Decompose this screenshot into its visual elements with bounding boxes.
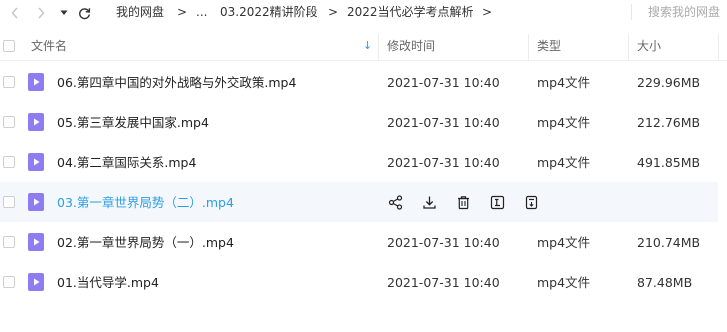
select-all-checkbox[interactable] [3,40,15,52]
column-divider [378,34,379,60]
file-row[interactable]: 06.第四章中国的对外战略与外交政策.mp4 2021-07-31 10:40 … [0,62,718,102]
refresh-button[interactable] [76,4,92,22]
chevron-right-icon [38,7,45,19]
column-header-name[interactable]: 文件名 [31,39,67,53]
file-type: mp4文件 [537,275,591,290]
file-modified: 2021-07-31 10:40 [387,115,500,130]
file-name[interactable]: 02.第一章世界局势（一）.mp4 [57,235,234,250]
video-file-icon [28,113,44,131]
breadcrumb-item-stage[interactable]: 03.2022精讲阶段 [220,5,318,19]
breadcrumb-separator: > [177,5,188,19]
rename-button[interactable] [489,194,505,210]
file-size: 212.76MB [637,115,701,130]
top-bar: 我的网盘 > ... 03.2022精讲阶段 > 2022当代必学考点解析 > … [0,0,727,26]
video-file-icon [28,73,44,91]
breadcrumb-separator: > [482,5,493,19]
search-input[interactable]: 搜索我的网盘 [648,5,720,19]
file-size: 229.96MB [637,75,701,90]
file-type: mp4文件 [537,155,591,170]
file-type: mp4文件 [537,75,591,90]
breadcrumb-item-current[interactable]: 2022当代必学考点解析 [347,5,474,19]
share-icon [388,194,402,210]
file-modified: 2021-07-31 10:40 [387,275,500,290]
refresh-icon [78,7,90,19]
column-header-modified[interactable]: 修改时间 [387,39,435,53]
file-row[interactable]: 01.当代导学.mp4 2021-07-31 10:40 mp4文件 87.48… [0,262,718,302]
delete-icon [457,195,469,209]
caret-down-icon [60,10,68,15]
row-actions [0,182,718,222]
file-row[interactable]: 05.第三章发展中国家.mp4 2021-07-31 10:40 mp4文件 2… [0,102,718,142]
column-header-type[interactable]: 类型 [537,39,561,53]
breadcrumb-item-my-drive[interactable]: 我的网盘 [116,5,164,19]
file-modified: 2021-07-31 10:40 [387,235,500,250]
breadcrumb-item-ellipsis[interactable]: ... [196,5,207,19]
file-size: 491.85MB [637,155,701,170]
row-checkbox[interactable] [3,116,15,128]
download-button[interactable] [421,194,437,210]
file-name[interactable]: 04.第二章国际关系.mp4 [57,155,196,170]
history-dropdown-button[interactable] [58,4,70,22]
video-file-icon [28,233,44,251]
move-button[interactable] [523,194,539,210]
delete-button[interactable] [455,194,471,210]
chevron-left-icon [11,7,18,19]
file-size: 87.48MB [637,275,693,290]
video-file-icon [28,273,44,291]
file-type: mp4文件 [537,235,591,250]
column-divider [718,34,719,60]
file-size: 210.74MB [637,235,701,250]
file-row-hovered[interactable]: 03.第一章世界局势（二）.mp4 [0,182,718,222]
rename-icon [490,195,504,209]
row-checkbox[interactable] [3,276,15,288]
breadcrumb-separator: > [328,5,339,19]
divider [631,4,632,20]
file-modified: 2021-07-31 10:40 [387,75,500,90]
file-row[interactable]: 04.第二章国际关系.mp4 2021-07-31 10:40 mp4文件 49… [0,142,718,182]
forward-button[interactable] [34,4,48,22]
file-list-header: 文件名 ↓ 修改时间 类型 大小 [0,32,727,61]
file-row[interactable]: 02.第一章世界局势（一）.mp4 2021-07-31 10:40 mp4文件… [0,222,718,262]
download-icon [422,196,436,209]
row-checkbox[interactable] [3,156,15,168]
sort-down-icon[interactable]: ↓ [363,39,372,53]
back-button[interactable] [8,4,22,22]
row-checkbox[interactable] [3,76,15,88]
file-name[interactable]: 05.第三章发展中国家.mp4 [57,115,209,130]
column-header-size[interactable]: 大小 [637,39,661,53]
file-modified: 2021-07-31 10:40 [387,155,500,170]
share-button[interactable] [387,194,403,210]
file-type: mp4文件 [537,115,591,130]
column-divider [628,34,629,60]
move-icon [525,195,537,209]
file-name[interactable]: 06.第四章中国的对外战略与外交政策.mp4 [57,75,296,90]
file-name[interactable]: 01.当代导学.mp4 [57,275,159,290]
row-checkbox[interactable] [3,236,15,248]
video-file-icon [28,153,44,171]
column-divider [528,34,529,60]
